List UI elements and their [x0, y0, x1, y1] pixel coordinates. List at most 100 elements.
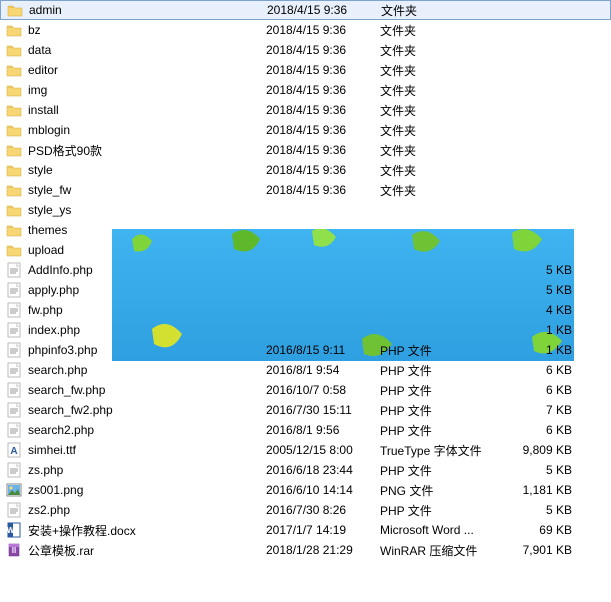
file-size: 69 KB	[510, 523, 584, 537]
file-row[interactable]: themes	[0, 220, 611, 240]
file-type: 文件夹	[380, 122, 510, 139]
file-row[interactable]: style_ys	[0, 200, 611, 220]
file-row[interactable]: fw.php 4 KB	[0, 300, 611, 320]
file-row[interactable]: style_fw2018/4/15 9:36文件夹	[0, 180, 611, 200]
file-name: 安装+操作教程.docx	[28, 522, 266, 539]
file-row[interactable]: bz2018/4/15 9:36文件夹	[0, 20, 611, 40]
file-name: admin	[29, 3, 267, 17]
php-icon	[6, 382, 22, 398]
file-name: AddInfo.php	[28, 263, 266, 277]
folder-icon	[6, 142, 22, 158]
file-name: zs001.png	[28, 483, 266, 497]
file-name: simhei.ttf	[28, 443, 266, 457]
file-type: 文件夹	[380, 82, 510, 99]
file-row[interactable]: apply.php5 KB	[0, 280, 611, 300]
php-icon	[6, 362, 22, 378]
file-row[interactable]: data2018/4/15 9:36文件夹	[0, 40, 611, 60]
file-row[interactable]: 公章模板.rar2018/1/28 21:29WinRAR 压缩文件7,901 …	[0, 540, 611, 560]
file-name: img	[28, 83, 266, 97]
file-row[interactable]: upload	[0, 240, 611, 260]
file-date: 2018/4/15 9:36	[266, 163, 380, 177]
file-row[interactable]: search2.php2016/8/1 9:56PHP 文件6 KB	[0, 420, 611, 440]
folder-icon	[6, 82, 22, 98]
file-name: PSD格式90款	[28, 142, 266, 159]
file-row[interactable]: editor2018/4/15 9:36文件夹	[0, 60, 611, 80]
file-row[interactable]: install2018/4/15 9:36文件夹	[0, 100, 611, 120]
file-type: PHP 文件	[380, 342, 510, 359]
php-icon	[6, 262, 22, 278]
file-row[interactable]: search_fw.php2016/10/7 0:58PHP 文件6 KB	[0, 380, 611, 400]
file-name: fw.php	[28, 303, 266, 317]
file-row[interactable]: zs001.png2016/6/10 14:14PNG 文件1,181 KB	[0, 480, 611, 500]
folder-icon	[6, 102, 22, 118]
file-type: TrueType 字体文件	[380, 442, 510, 459]
file-row[interactable]: search_fw2.php2016/7/30 15:11PHP 文件7 KB	[0, 400, 611, 420]
file-size: 1 KB	[510, 343, 584, 357]
php-icon	[6, 322, 22, 338]
php-icon	[6, 402, 22, 418]
file-size: 5 KB	[510, 283, 584, 297]
file-row[interactable]: phpinfo3.php2016/8/15 9:11PHP 文件1 KB	[0, 340, 611, 360]
php-icon	[6, 342, 22, 358]
file-type: PHP 文件	[380, 362, 510, 379]
file-size: 9,809 KB	[510, 443, 584, 457]
file-date: 2016/10/7 0:58	[266, 383, 380, 397]
file-row[interactable]: mblogin2018/4/15 9:36文件夹	[0, 120, 611, 140]
file-type: 文件夹	[380, 62, 510, 79]
file-row[interactable]: Asimhei.ttf2005/12/15 8:00TrueType 字体文件9…	[0, 440, 611, 460]
folder-icon	[6, 162, 22, 178]
rar-icon	[6, 542, 22, 558]
svg-text:W: W	[7, 526, 15, 535]
file-date: 2018/4/15 9:36	[266, 83, 380, 97]
file-type: PNG 文件	[380, 482, 510, 499]
file-date: 2016/6/10 14:14	[266, 483, 380, 497]
file-row[interactable]: PSD格式90款2018/4/15 9:36文件夹	[0, 140, 611, 160]
file-name: index.php	[28, 323, 266, 337]
file-date: 2016/8/1 9:54	[266, 363, 380, 377]
file-row[interactable]: AddInfo.php5 KB	[0, 260, 611, 280]
file-row[interactable]: index.php1 KB	[0, 320, 611, 340]
file-type: PHP 文件	[380, 382, 510, 399]
folder-icon	[7, 2, 23, 18]
file-type: PHP 文件	[380, 462, 510, 479]
font-icon: A	[6, 442, 22, 458]
folder-icon	[6, 242, 22, 258]
file-type: WinRAR 压缩文件	[380, 542, 510, 559]
file-size: 4 KB	[510, 303, 584, 317]
file-name: bz	[28, 23, 266, 37]
file-name: style_fw	[28, 183, 266, 197]
file-row[interactable]: search.php2016/8/1 9:54PHP 文件6 KB	[0, 360, 611, 380]
file-name: style	[28, 163, 266, 177]
folder-icon	[6, 222, 22, 238]
file-row[interactable]: img2018/4/15 9:36文件夹	[0, 80, 611, 100]
file-name: zs2.php	[28, 503, 266, 517]
file-row[interactable]: W安装+操作教程.docx2017/1/7 14:19Microsoft Wor…	[0, 520, 611, 540]
file-date: 2016/6/18 23:44	[266, 463, 380, 477]
file-date: 2018/4/15 9:36	[266, 43, 380, 57]
file-date: 2016/7/30 15:11	[266, 403, 380, 417]
file-row[interactable]: admin2018/4/15 9:36文件夹	[0, 0, 611, 20]
file-name: upload	[28, 243, 266, 257]
folder-icon	[6, 122, 22, 138]
file-row[interactable]: style2018/4/15 9:36文件夹	[0, 160, 611, 180]
file-name: editor	[28, 63, 266, 77]
file-row[interactable]: zs.php2016/6/18 23:44PHP 文件5 KB	[0, 460, 611, 480]
file-type: Microsoft Word ...	[380, 523, 510, 537]
file-type: 文件夹	[380, 42, 510, 59]
file-name: zs.php	[28, 463, 266, 477]
php-icon	[6, 422, 22, 438]
file-date: 2018/4/15 9:36	[266, 63, 380, 77]
file-size: 6 KB	[510, 383, 584, 397]
file-row[interactable]: zs2.php2016/7/30 8:26PHP 文件5 KB	[0, 500, 611, 520]
file-name: 公章模板.rar	[28, 542, 266, 559]
file-date: 2016/8/15 9:11	[266, 343, 380, 357]
file-type: 文件夹	[380, 102, 510, 119]
file-name: themes	[28, 223, 266, 237]
file-date: 2018/4/15 9:36	[266, 103, 380, 117]
file-name: search.php	[28, 363, 266, 377]
folder-icon	[6, 42, 22, 58]
file-list[interactable]: admin2018/4/15 9:36文件夹bz2018/4/15 9:36文件…	[0, 0, 611, 560]
file-type: 文件夹	[380, 162, 510, 179]
file-size: 7 KB	[510, 403, 584, 417]
file-date: 2018/4/15 9:36	[267, 3, 381, 17]
